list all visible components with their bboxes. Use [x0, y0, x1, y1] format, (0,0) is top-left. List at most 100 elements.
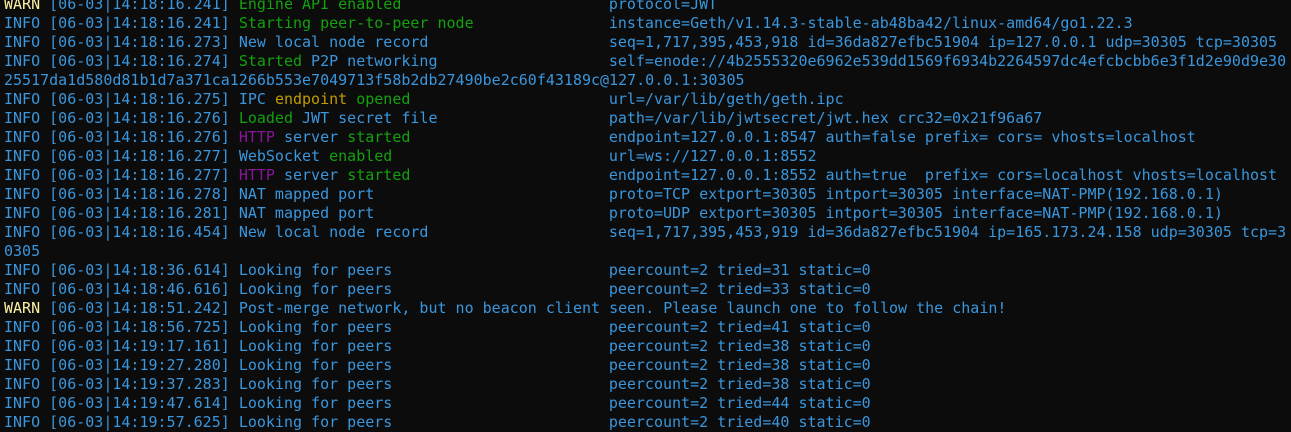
log-message-segment: HTTP — [238, 128, 275, 146]
log-line-wrap: 25517da1d580d81b1d7a371ca1266b553e704971… — [4, 71, 1286, 90]
log-message: Looking for peers — [239, 280, 609, 299]
log-message: Looking for peers — [239, 261, 609, 280]
log-level: INFO — [4, 33, 41, 51]
log-context: peercount=2 tried=38 static=0 — [608, 337, 871, 355]
log-message-segment: Looking for peers — [238, 394, 393, 412]
log-level: INFO — [4, 413, 41, 431]
log-line: INFO [06-03|14:18:16.454] New local node… — [4, 223, 1286, 242]
log-level: INFO — [4, 337, 41, 355]
log-message-segment: Looking for peers — [238, 356, 393, 374]
log-wrap-text: 0305 — [4, 242, 41, 260]
log-line: INFO [06-03|14:18:16.278] NAT mapped por… — [4, 185, 1286, 204]
log-timestamp: [06-03|14:18:16.276] — [49, 109, 230, 127]
log-line-wrap: 0305 — [4, 242, 1286, 261]
log-message-segment: P2P networking — [302, 52, 438, 70]
log-line: INFO [06-03|14:19:37.283] Looking for pe… — [4, 375, 1286, 394]
log-context: peercount=2 tried=31 static=0 — [608, 261, 871, 279]
log-level: INFO — [4, 185, 41, 203]
log-context: protocol=JWT — [608, 0, 718, 13]
log-line: WARN [06-03|14:18:16.241] Engine API ena… — [4, 0, 1286, 14]
log-timestamp: [06-03|14:18:16.275] — [49, 90, 230, 108]
log-message-segment: Post-merge network, but no beacon client… — [238, 299, 1007, 317]
log-message-segment: JWT secret file — [293, 109, 438, 127]
log-message: Looking for peers — [239, 337, 609, 356]
log-context: proto=TCP extport=30305 intport=30305 in… — [608, 185, 1223, 203]
log-message-segment: Looking for peers — [238, 337, 393, 355]
log-message-segment: NAT mapped port — [238, 204, 375, 222]
log-line: INFO [06-03|14:18:16.277] WebSocket enab… — [4, 147, 1286, 166]
log-line: INFO [06-03|14:18:16.273] New local node… — [4, 33, 1286, 52]
log-message-segment: HTTP — [238, 166, 275, 184]
log-message-segment: server — [274, 128, 348, 146]
log-line: INFO [06-03|14:18:16.275] IPC endpoint o… — [4, 90, 1286, 109]
log-level: WARN — [4, 0, 41, 13]
log-message-segment: endpoint — [274, 90, 348, 108]
log-message: Looking for peers — [239, 356, 609, 375]
log-timestamp: [06-03|14:19:17.161] — [49, 337, 230, 355]
log-level: INFO — [4, 280, 41, 298]
log-message: Engine API enabled — [239, 0, 609, 14]
log-context: peercount=2 tried=38 static=0 — [608, 375, 871, 393]
log-timestamp: [06-03|14:19:27.280] — [49, 356, 230, 374]
terminal-window[interactable]: WARN [06-03|14:18:16.241] Engine API ena… — [0, 0, 1291, 432]
log-timestamp: [06-03|14:18:16.454] — [49, 223, 230, 241]
log-level: INFO — [4, 52, 41, 70]
log-line: INFO [06-03|14:18:16.281] NAT mapped por… — [4, 204, 1286, 223]
log-line: INFO [06-03|14:18:46.616] Looking for pe… — [4, 280, 1286, 299]
log-level: INFO — [4, 109, 41, 127]
log-line: INFO [06-03|14:19:17.161] Looking for pe… — [4, 337, 1286, 356]
log-message: Looking for peers — [239, 394, 609, 413]
log-line: INFO [06-03|14:18:36.614] Looking for pe… — [4, 261, 1286, 280]
log-level: INFO — [4, 90, 41, 108]
log-context: self=enode://4b2555320e6962e539dd1569f69… — [608, 52, 1287, 70]
log-message: Post-merge network, but no beacon client… — [239, 299, 1007, 318]
log-timestamp: [06-03|14:19:37.283] — [49, 375, 230, 393]
log-message-segment: server — [274, 166, 348, 184]
log-message: New local node record — [239, 33, 609, 52]
log-context: peercount=2 tried=40 static=0 — [608, 413, 871, 431]
log-message-segment: Engine API enabled — [238, 0, 402, 13]
log-context: endpoint=127.0.0.1:8552 auth=true prefix… — [608, 166, 1278, 184]
log-timestamp: [06-03|14:18:16.281] — [49, 204, 230, 222]
log-message: Started P2P networking — [239, 52, 609, 71]
log-timestamp: [06-03|14:18:16.277] — [49, 147, 230, 165]
log-context: peercount=2 tried=33 static=0 — [608, 280, 871, 298]
log-message: New local node record — [239, 223, 609, 242]
log-context: url=ws://127.0.0.1:8552 — [608, 147, 817, 165]
log-message: Starting peer-to-peer node — [239, 14, 609, 33]
log-timestamp: [06-03|14:18:16.241] — [49, 0, 230, 13]
log-timestamp: [06-03|14:19:57.625] — [49, 413, 230, 431]
log-message-segment: NAT mapped port — [238, 185, 375, 203]
log-message-segment: Looking for peers — [238, 413, 393, 431]
log-level: INFO — [4, 204, 41, 222]
log-message: Looking for peers — [239, 375, 609, 394]
log-timestamp: [06-03|14:18:51.242] — [49, 299, 230, 317]
log-output: WARN [06-03|14:18:16.241] Engine API ena… — [4, 0, 1286, 432]
log-level: INFO — [4, 318, 41, 336]
log-message-segment: Looking for peers — [238, 261, 393, 279]
log-message: Looking for peers — [239, 413, 609, 432]
log-timestamp: [06-03|14:18:16.276] — [49, 128, 230, 146]
log-timestamp: [06-03|14:18:16.273] — [49, 33, 230, 51]
log-timestamp: [06-03|14:18:16.278] — [49, 185, 230, 203]
log-context: url=/var/lib/geth/geth.ipc — [608, 90, 844, 108]
log-level: WARN — [4, 299, 41, 317]
log-message-segment: Looking for peers — [238, 375, 393, 393]
log-level: INFO — [4, 223, 41, 241]
log-message: WebSocket enabled — [239, 147, 609, 166]
log-message-segment: Started — [238, 52, 303, 70]
log-message-segment: started — [347, 128, 411, 146]
log-timestamp: [06-03|14:18:16.274] — [49, 52, 230, 70]
log-line: INFO [06-03|14:19:47.614] Looking for pe… — [4, 394, 1286, 413]
log-line: INFO [06-03|14:18:16.276] HTTP server st… — [4, 128, 1286, 147]
log-level: INFO — [4, 14, 41, 32]
log-level: INFO — [4, 261, 41, 279]
log-message-segment: Starting peer-to-peer node — [238, 14, 474, 32]
log-message: HTTP server started — [239, 166, 609, 185]
log-context: path=/var/lib/jwtsecret/jwt.hex crc32=0x… — [608, 109, 1043, 127]
log-message-segment: opened — [347, 90, 411, 108]
log-timestamp: [06-03|14:18:56.725] — [49, 318, 230, 336]
log-message: IPC endpoint opened — [239, 90, 609, 109]
log-level: INFO — [4, 394, 41, 412]
log-message-segment: enabled — [329, 147, 393, 165]
